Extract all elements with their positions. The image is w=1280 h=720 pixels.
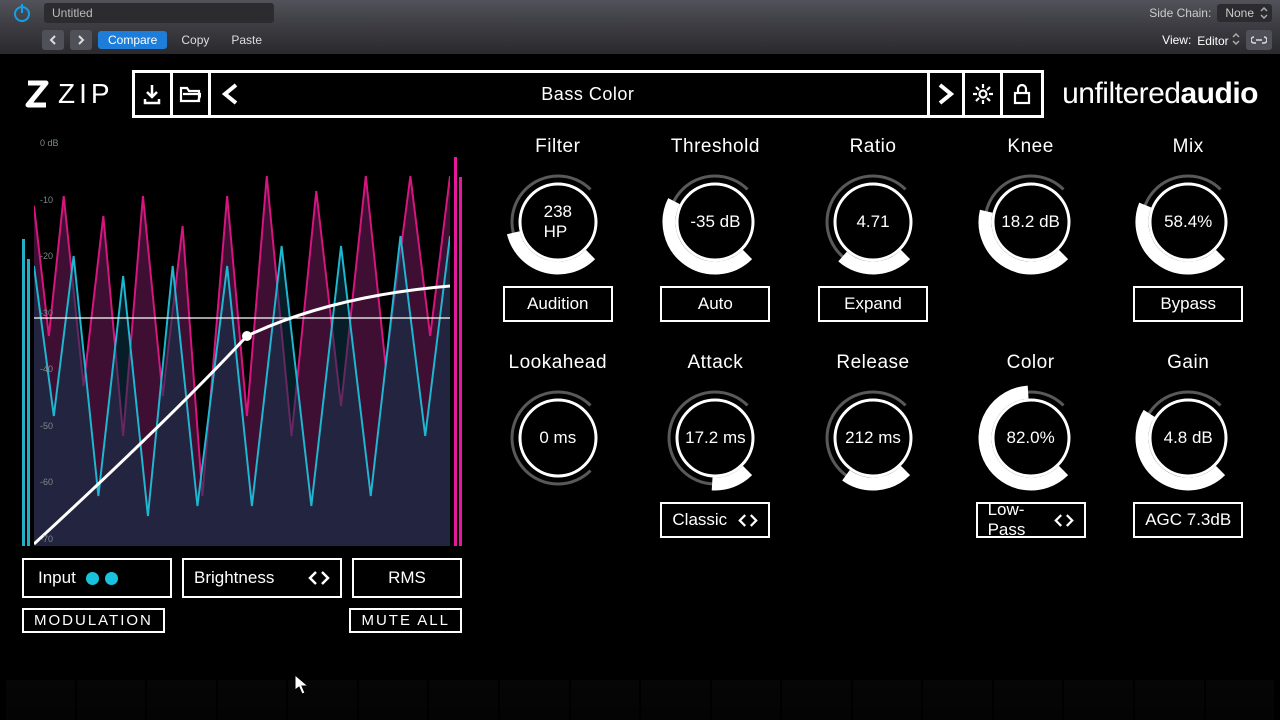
prev-preset-icon[interactable] bbox=[211, 73, 249, 115]
host-preset-dropdown[interactable]: Untitled bbox=[44, 3, 274, 23]
next-preset-button[interactable] bbox=[70, 30, 92, 50]
color-selector[interactable]: Low-Pass bbox=[976, 502, 1086, 538]
modulation-button[interactable]: MODULATION bbox=[22, 608, 165, 633]
knob-value-attack: 17.2 ms bbox=[661, 384, 769, 492]
knob-value-release: 212 ms bbox=[819, 384, 927, 492]
knob-lookahead[interactable]: 0 ms bbox=[504, 384, 612, 492]
knob-label-gain: Gain bbox=[1167, 352, 1209, 374]
view-label: View: bbox=[1162, 33, 1191, 47]
input-meter bbox=[22, 136, 30, 546]
sidechain-label: Side Chain: bbox=[1149, 6, 1211, 20]
host-toolbar-2: Compare Copy Paste View: Editor bbox=[0, 26, 1280, 54]
knob-gain[interactable]: 4.8 dB bbox=[1134, 384, 1242, 492]
knob-value-lookahead: 0 ms bbox=[504, 384, 612, 492]
auto-button[interactable]: Auto bbox=[660, 286, 770, 322]
mode-label: Brightness bbox=[194, 568, 274, 588]
plugin-logo: ZIP bbox=[22, 70, 114, 118]
plugin-logo-text: ZIP bbox=[58, 78, 114, 110]
knob-filter[interactable]: 238HP bbox=[504, 168, 612, 276]
host-toolbar-1: Untitled Side Chain: None bbox=[0, 0, 1280, 26]
detector-selector[interactable]: RMS bbox=[352, 558, 462, 598]
output-meter bbox=[454, 136, 462, 546]
knob-label-attack: Attack bbox=[687, 352, 743, 374]
brand-bold: audio bbox=[1181, 77, 1259, 111]
knob-knee[interactable]: 18.2 dB bbox=[977, 168, 1085, 276]
paste-button[interactable]: Paste bbox=[223, 31, 270, 49]
knob-color[interactable]: 82.0% bbox=[977, 384, 1085, 492]
sidechain-value: None bbox=[1225, 6, 1254, 20]
input-dot-1 bbox=[86, 572, 99, 585]
view-value: Editor bbox=[1197, 34, 1228, 48]
knob-value-mix: 58.4% bbox=[1134, 168, 1242, 276]
analysis-mode-selector[interactable]: Brightness bbox=[182, 558, 342, 598]
copy-button[interactable]: Copy bbox=[173, 31, 217, 49]
compare-button[interactable]: Compare bbox=[98, 31, 167, 49]
knob-label-threshold: Threshold bbox=[671, 136, 760, 158]
knob-value-color: 82.0% bbox=[977, 384, 1085, 492]
load-preset-button[interactable] bbox=[173, 73, 211, 115]
attack-selector[interactable]: Classic bbox=[660, 502, 770, 538]
preset-name-display[interactable]: Bass Color bbox=[249, 73, 928, 115]
knob-label-release: Release bbox=[836, 352, 909, 374]
knob-label-lookahead: Lookahead bbox=[509, 352, 608, 374]
daw-mixer-backdrop bbox=[0, 680, 1280, 720]
knob-label-knee: Knee bbox=[1007, 136, 1053, 158]
mute-all-button[interactable]: MUTE ALL bbox=[349, 608, 462, 633]
view-dropdown[interactable]: Editor bbox=[1197, 33, 1240, 48]
next-preset-icon[interactable] bbox=[927, 73, 965, 115]
power-button[interactable] bbox=[8, 1, 36, 25]
preset-bar: Bass Color bbox=[132, 70, 1045, 118]
input-label: Input bbox=[38, 568, 76, 588]
host-preset-name: Untitled bbox=[52, 6, 93, 20]
knob-value-filter: 238HP bbox=[504, 168, 612, 276]
knob-value-knee: 18.2 dB bbox=[977, 168, 1085, 276]
chevron-updown-icon bbox=[1260, 7, 1268, 22]
chevron-updown-icon bbox=[1232, 34, 1240, 48]
chevron-left-icon bbox=[308, 571, 318, 585]
knob-ratio[interactable]: 4.71 bbox=[819, 168, 927, 276]
lock-button[interactable] bbox=[1003, 73, 1041, 115]
save-preset-button[interactable] bbox=[135, 73, 173, 115]
knob-value-threshold: -35 dB bbox=[661, 168, 769, 276]
settings-button[interactable] bbox=[965, 73, 1003, 115]
agc-7-3db-button[interactable]: AGC 7.3dB bbox=[1133, 502, 1243, 538]
audition-button[interactable]: Audition bbox=[503, 286, 613, 322]
waveform-scope: 0 dB-10-20-30-40-50-60-70 bbox=[22, 136, 462, 546]
sidechain-dropdown[interactable]: None bbox=[1217, 4, 1272, 22]
detector-label: RMS bbox=[388, 568, 426, 588]
knob-label-filter: Filter bbox=[535, 136, 580, 158]
input-dot-2 bbox=[105, 572, 118, 585]
scope-canvas[interactable]: 0 dB-10-20-30-40-50-60-70 bbox=[34, 136, 450, 546]
chevron-right-icon bbox=[320, 571, 330, 585]
knob-mix[interactable]: 58.4% bbox=[1134, 168, 1242, 276]
expand-button[interactable]: Expand bbox=[818, 286, 928, 322]
plugin-window: ZIP Bass Color unfilteredaudio bbox=[0, 54, 1280, 720]
input-selector[interactable]: Input bbox=[22, 558, 172, 598]
knob-release[interactable]: 212 ms bbox=[819, 384, 927, 492]
knob-value-gain: 4.8 dB bbox=[1134, 384, 1242, 492]
brand-logo: unfilteredaudio bbox=[1062, 70, 1258, 118]
knob-label-ratio: Ratio bbox=[850, 136, 897, 158]
knob-threshold[interactable]: -35 dB bbox=[661, 168, 769, 276]
knob-label-color: Color bbox=[1007, 352, 1055, 374]
bypass-button[interactable]: Bypass bbox=[1133, 286, 1243, 322]
knob-label-mix: Mix bbox=[1173, 136, 1204, 158]
knob-value-ratio: 4.71 bbox=[819, 168, 927, 276]
brand-light: unfiltered bbox=[1062, 77, 1180, 111]
link-button[interactable] bbox=[1246, 30, 1272, 50]
knob-attack[interactable]: 17.2 ms bbox=[661, 384, 769, 492]
prev-preset-button[interactable] bbox=[42, 30, 64, 50]
